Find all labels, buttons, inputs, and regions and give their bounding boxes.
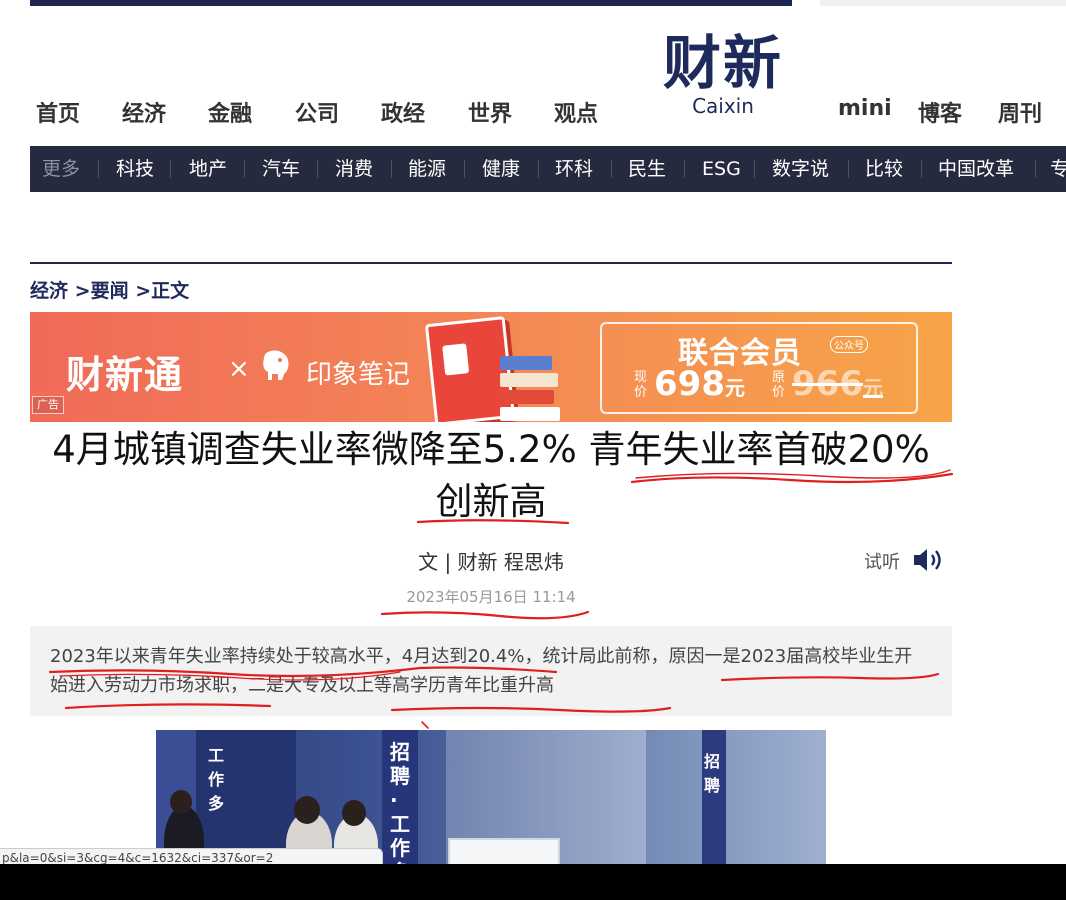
subnav-divider — [317, 160, 318, 178]
article-title: 4月城镇调查失业率微降至5.2% 青年失业率首破20% 创新高 — [30, 424, 952, 528]
ad-now-price: 698元 — [654, 364, 745, 404]
nav-politics[interactable]: 政经 — [381, 96, 425, 128]
article-byline: 文 | 财新 程思炜 — [418, 550, 564, 574]
article-summary-text: 2023年以来青年失业率持续处于较高水平，4月达到20.4%，统计局此前称，原因… — [50, 646, 913, 696]
nav-companies[interactable]: 公司 — [295, 96, 339, 128]
subnav-divider — [848, 160, 849, 178]
sub-nav: 更多 科技 地产 汽车 消费 能源 健康 环科 民生 ESG 数字说 比较 中国… — [30, 146, 1066, 192]
logo-english: Caixin — [692, 94, 754, 118]
subnav-divider — [170, 160, 171, 178]
nav-mini[interactable]: mini — [838, 96, 892, 121]
article-title-line2: 创新高 — [435, 480, 547, 523]
subnav-divider — [754, 160, 755, 178]
ad-banner[interactable]: 财新通 × 印象笔记 广告 联合会员 公众号 现价 698元 原价 966元 — [30, 312, 952, 422]
ad-member-box: 联合会员 公众号 现价 698元 原价 966元 — [600, 322, 918, 414]
breadcrumb-news[interactable]: 要闻 — [91, 280, 129, 302]
elephant-icon — [258, 348, 294, 390]
top-banner-strip-right — [820, 0, 1066, 6]
subnav-divider — [464, 160, 465, 178]
subnav-esg[interactable]: ESG — [702, 146, 741, 192]
subnav-special[interactable]: 专 — [1050, 146, 1066, 192]
nav-finance[interactable]: 金融 — [208, 96, 252, 128]
photo-desk — [448, 838, 560, 866]
subnav-more[interactable]: 更多 — [42, 146, 80, 192]
subnav-environment[interactable]: 环科 — [555, 146, 593, 192]
ad-currency: 元 — [724, 376, 745, 400]
subnav-divider — [244, 160, 245, 178]
article-summary: 2023年以来青年失业率持续处于较高水平，4月达到20.4%，统计局此前称，原因… — [30, 626, 952, 716]
subnav-divider — [684, 160, 685, 178]
breadcrumb-sep: > — [68, 280, 91, 302]
subnav-china-reform[interactable]: 中国改革 — [938, 146, 1014, 192]
listen-button[interactable]: 试听 — [864, 548, 900, 574]
bottom-black-bar — [0, 864, 1066, 900]
breadcrumb-sep: > — [128, 280, 152, 302]
subnav-divider — [98, 160, 99, 178]
ad-orig-price-value: 966 — [792, 364, 863, 404]
speaker-icon[interactable] — [912, 546, 946, 574]
nav-blog[interactable]: 博客 — [918, 96, 962, 128]
subnav-consumer[interactable]: 消费 — [335, 146, 373, 192]
subnav-health[interactable]: 健康 — [482, 146, 520, 192]
top-banner-strip — [30, 0, 792, 6]
article-photo[interactable]: 工作多 招聘·工作多 招聘 — [156, 730, 826, 866]
photo-head — [294, 796, 320, 824]
subnav-divider — [1035, 160, 1036, 178]
subnav-realestate[interactable]: 地产 — [189, 146, 227, 192]
photo-head — [342, 800, 366, 826]
ad-orig-label: 原价 — [772, 370, 786, 400]
ad-orig-price: 966元 — [792, 364, 883, 404]
nav-world[interactable]: 世界 — [468, 96, 512, 128]
logo-chinese: 财新 — [662, 29, 783, 97]
ad-currency: 元 — [862, 376, 883, 400]
ad-times-sign: × — [228, 354, 250, 384]
nav-economy[interactable]: 经济 — [122, 96, 166, 128]
subnav-divider — [538, 160, 539, 178]
caixin-logo[interactable]: 财新 Caixin — [646, 28, 800, 116]
subnav-auto[interactable]: 汽车 — [262, 146, 300, 192]
ad-label: 广告 — [32, 396, 64, 414]
article-date: 2023年05月16日 11:14 — [406, 588, 576, 606]
photo-sign-text: 工作多 — [208, 746, 225, 813]
subnav-livelihood[interactable]: 民生 — [628, 146, 666, 192]
ad-now-price-value: 698 — [654, 364, 725, 404]
ad-brand: 财新通 — [66, 353, 184, 397]
subnav-compare[interactable]: 比较 — [865, 146, 903, 192]
ad-now-label: 现价 — [634, 370, 648, 400]
nav-opinion[interactable]: 观点 — [554, 96, 598, 128]
subnav-data[interactable]: 数字说 — [772, 146, 829, 192]
photo-sign-text: 招聘·工作多 — [390, 740, 410, 866]
nav-home[interactable]: 首页 — [36, 96, 80, 128]
breadcrumb-economy[interactable]: 经济 — [30, 280, 68, 302]
book-stack-illustration — [500, 356, 560, 422]
breadcrumb-current: 正文 — [151, 280, 190, 302]
nav-weekly[interactable]: 周刊 — [998, 96, 1042, 128]
subnav-divider — [921, 160, 922, 178]
ad-member-tag: 公众号 — [830, 336, 868, 353]
breadcrumb: 经济 >要闻 >正文 — [30, 276, 189, 303]
article-title-line1: 4月城镇调查失业率微降至5.2% 青年失业率首破20% — [52, 428, 930, 471]
photo-sign-text: 招聘 — [704, 752, 721, 795]
subnav-energy[interactable]: 能源 — [408, 146, 446, 192]
subnav-divider — [391, 160, 392, 178]
ad-partner: 印象笔记 — [306, 360, 411, 390]
subnav-tech[interactable]: 科技 — [116, 146, 154, 192]
subnav-divider — [611, 160, 612, 178]
section-rule — [30, 262, 952, 264]
photo-head — [170, 790, 192, 814]
